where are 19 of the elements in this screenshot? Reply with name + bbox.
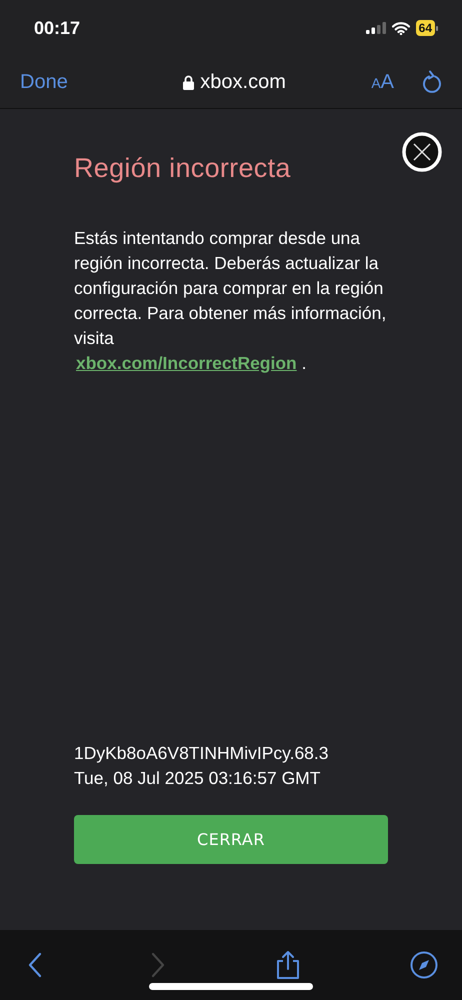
- done-button[interactable]: Done: [20, 70, 68, 94]
- address-text[interactable]: xbox.com: [200, 70, 286, 94]
- reference-code: 1DyKb8oA6V8TINHMivIPcy.68.3: [74, 742, 330, 765]
- share-icon[interactable]: [274, 950, 301, 980]
- clock-time: 00:17: [34, 18, 80, 38]
- back-icon[interactable]: [28, 952, 42, 978]
- compass-icon[interactable]: [410, 951, 438, 979]
- close-button[interactable]: CERRAR: [74, 815, 388, 864]
- reload-icon[interactable]: [422, 70, 442, 94]
- timestamp-text: Tue, 08 Jul 2025 03:16:57 GMT: [74, 767, 322, 790]
- lock-icon: [183, 74, 194, 90]
- region-link[interactable]: xbox.com/IncorrectRegion: [76, 353, 297, 373]
- signal-icon: [366, 22, 386, 34]
- text-size-button[interactable]: AA: [371, 70, 394, 94]
- wifi-icon: [392, 22, 410, 34]
- battery-icon: 64: [416, 20, 438, 36]
- dialog-title: Región incorrecta: [74, 153, 292, 184]
- message-text: Estás intentando comprar desde una región incorrecta. Deberás actualizar la configuración para comprar en la región correcta. Para obtener más información, visita xbox.com/IncorrectRegion .: [74, 227, 388, 375]
- close-icon[interactable]: [401, 131, 443, 173]
